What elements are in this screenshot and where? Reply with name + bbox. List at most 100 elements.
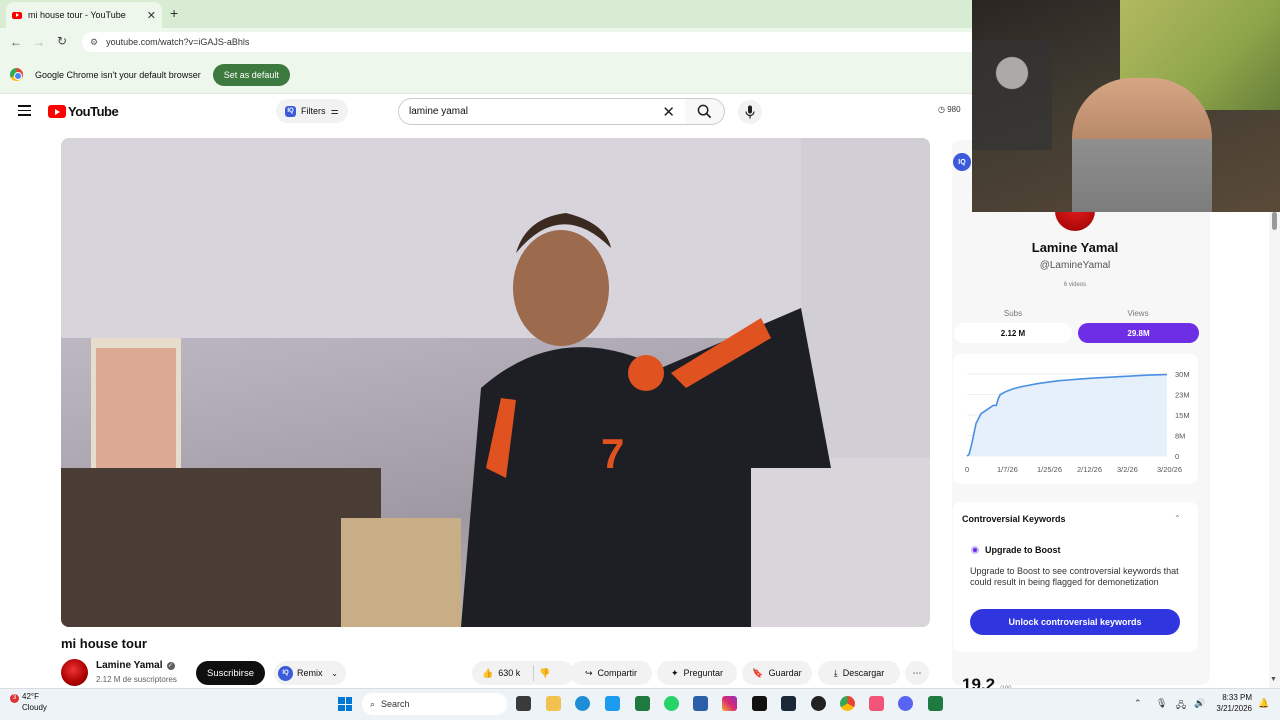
video-frame: 7 (61, 138, 930, 627)
channel-avatar[interactable] (61, 659, 88, 686)
notification-badge: 3 (10, 694, 19, 703)
clear-search-icon[interactable]: ✕ (662, 103, 675, 121)
iq-icon: IQ (285, 105, 296, 117)
views-label: Views (1127, 309, 1149, 318)
more-icon: ⋯ (912, 667, 922, 678)
xbox-icon[interactable] (635, 696, 650, 711)
iq-icon[interactable]: IQ (953, 153, 971, 171)
share-icon: ↪ (584, 667, 593, 678)
weather-temp: 42°F (22, 692, 39, 701)
unlock-keywords-button[interactable]: Unlock controversial keywords (970, 609, 1180, 635)
more-actions-button[interactable]: ⋯ (905, 661, 929, 685)
views-chart-card: 30M 23M 15M 8M 0 0 1/7/26 1/25/26 2/12/26 3/2/26 3… (953, 354, 1198, 484)
save-button[interactable]: 🔖 Guardar (742, 661, 812, 685)
channel-name[interactable]: Lamine Yamal ✓ (96, 660, 175, 671)
discord-icon[interactable] (898, 696, 913, 711)
chevron-up-icon[interactable]: ⌃ (1174, 514, 1181, 523)
like-button[interactable]: 👍 630 k 👎 (472, 661, 574, 685)
tiktok-icon[interactable] (752, 696, 767, 711)
steam-icon[interactable] (781, 696, 796, 711)
set-default-button[interactable]: Set as default (212, 63, 290, 86)
twitter-icon[interactable] (605, 696, 620, 711)
webcam-overlay (972, 0, 1280, 212)
infobar-text: Google Chrome isn't your default browser (35, 69, 201, 80)
remix-button[interactable]: IQ Remix ⌄ (274, 661, 346, 685)
forward-icon[interactable]: → (33, 35, 45, 49)
like-count: 630 k (498, 668, 521, 678)
whatsapp-icon[interactable] (664, 696, 679, 711)
store-icon[interactable] (693, 696, 708, 711)
scroll-down-icon[interactable]: ▼ (1270, 676, 1277, 683)
volume-icon[interactable]: 🔊 (1194, 698, 1205, 709)
svg-text:7: 7 (601, 430, 624, 477)
youtube-logo[interactable]: YouTube (48, 104, 119, 119)
tab-title: mi house tour - YouTube (28, 10, 126, 20)
menu-icon[interactable] (18, 105, 31, 116)
thumbs-down-icon[interactable]: 👎 (539, 668, 550, 679)
share-label: Compartir (597, 668, 638, 678)
x-tick-label: 1/7/26 (997, 465, 1018, 474)
page-scrollbar[interactable] (1269, 212, 1280, 688)
views-tab[interactable]: 29.8M (1078, 323, 1199, 343)
subscribe-button[interactable]: Suscribirse (196, 661, 265, 685)
search-input[interactable]: lamine yamal ✕ (398, 98, 686, 125)
filters-button[interactable]: IQ Filters ⚌ (276, 99, 348, 123)
file-explorer-icon[interactable] (546, 696, 561, 711)
header-counter: ◷ 980 (938, 105, 961, 114)
notifications-icon[interactable]: 🔔 (1258, 698, 1269, 709)
search-icon: ⌕ (370, 698, 376, 709)
address-bar[interactable]: ⚙ youtube.com/watch?v=iGAJS-aBhls (82, 32, 982, 52)
keywords-title: Controversial Keywords (962, 514, 1066, 524)
y-tick-label: 0 (1175, 452, 1179, 461)
weather-condition: Cloudy (22, 703, 47, 712)
youtube-play-icon (48, 105, 66, 118)
show-hidden-icons[interactable]: ⌃ (1134, 698, 1142, 709)
obs-icon[interactable] (811, 696, 826, 711)
download-button[interactable]: ⤓ Descargar (818, 661, 900, 685)
start-button[interactable] (338, 697, 352, 711)
voice-search-button[interactable] (738, 100, 762, 124)
download-label: Descargar (842, 668, 885, 678)
views-chart: 30M 23M 15M 8M 0 0 1/7/26 1/25/26 2/12/26 3/2/26 3… (965, 370, 1190, 474)
reload-icon[interactable]: ↻ (57, 34, 67, 48)
motorcycle-helmet (972, 40, 1052, 150)
excel-icon[interactable] (928, 696, 943, 711)
network-icon[interactable]: 🖧 (1176, 698, 1186, 714)
panel-channel-handle: @LamineYamal (1039, 260, 1111, 271)
site-info-icon[interactable]: ⚙ (90, 37, 98, 48)
close-tab-icon[interactable]: ✕ (147, 9, 156, 22)
scrollbar-thumb[interactable] (1272, 212, 1277, 230)
remix-label: Remix (297, 668, 323, 678)
panel-channel-name: Lamine Yamal (1031, 240, 1119, 255)
ask-button[interactable]: ✦ Preguntar (657, 661, 737, 685)
search-button[interactable] (685, 98, 725, 125)
sparkle-icon: ✦ (670, 667, 679, 678)
url-text: youtube.com/watch?v=iGAJS-aBhls (106, 37, 250, 47)
video-player[interactable]: 7 (61, 138, 930, 627)
chrome-taskbar-icon[interactable] (840, 696, 855, 711)
subs-tab[interactable]: 2.12 M (954, 323, 1072, 343)
streamer (1072, 78, 1212, 212)
youtube-favicon-icon (12, 11, 22, 19)
browser-tab[interactable]: mi house tour - YouTube ✕ (6, 2, 162, 28)
weather-widget[interactable]: 3 42°F Cloudy (10, 692, 47, 713)
upgrade-heading: Upgrade to Boost (971, 545, 1061, 555)
tiktok-studio-icon[interactable] (869, 696, 884, 711)
microphone-tray-icon[interactable]: 🎙 (1156, 698, 1167, 709)
new-tab-button[interactable]: + (170, 5, 178, 21)
task-view-icon[interactable] (516, 696, 531, 711)
back-icon[interactable]: ← (10, 35, 22, 49)
chevron-down-icon[interactable]: ⌄ (331, 669, 338, 678)
y-tick-label: 23M (1175, 391, 1190, 400)
taskbar-search-label: Search (381, 699, 410, 709)
taskbar-search[interactable]: ⌕ Search (362, 693, 507, 715)
clock-date: 3/21/2026 (1216, 704, 1252, 713)
taskbar-clock[interactable]: 8:33 PM 3/21/2026 (1212, 692, 1252, 714)
share-button[interactable]: ↪ Compartir (570, 661, 652, 685)
bookmark-icon: 🔖 (752, 667, 764, 678)
ask-label: Preguntar (683, 668, 724, 678)
x-tick-label: 3/2/26 (1117, 465, 1138, 474)
clock-icon: ◷ (938, 105, 945, 114)
edge-icon[interactable] (575, 696, 590, 711)
instagram-icon[interactable] (722, 696, 737, 711)
